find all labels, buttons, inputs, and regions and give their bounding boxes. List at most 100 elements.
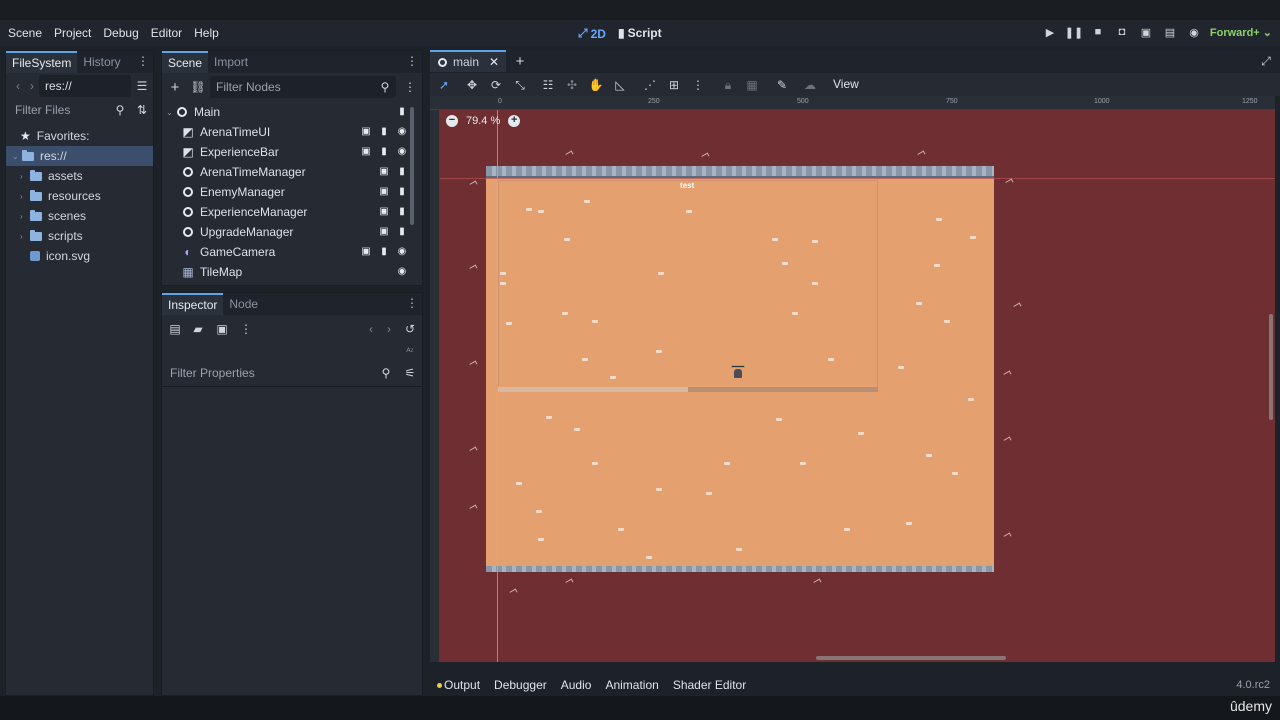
dock-menu-icon[interactable]: ⋮ (406, 297, 418, 309)
tab-shader-editor[interactable]: Shader Editor (673, 678, 746, 692)
history-back-icon[interactable]: ‹ (363, 321, 379, 337)
cloud-icon[interactable]: ☁ (802, 77, 818, 93)
vertical-scrollbar[interactable] (1269, 314, 1273, 420)
tab-animation[interactable]: Animation (605, 678, 658, 692)
zoom-in-icon[interactable]: + (508, 115, 521, 127)
filter-files-input[interactable]: Filter Files (9, 99, 117, 121)
expand-arrow-icon[interactable]: ⌄ (166, 108, 176, 117)
res-root-row[interactable]: ⌄ res:// (6, 146, 153, 166)
folder-row-assets[interactable]: › assets (6, 166, 153, 186)
menu-debug[interactable]: Debug (99, 26, 142, 40)
dock-menu-icon[interactable]: ⋮ (406, 55, 418, 67)
open-scene-icon[interactable]: ▣ (378, 165, 390, 177)
viewport-2d[interactable]: test (430, 96, 1275, 662)
mode-script-button[interactable]: ▮ Script (618, 26, 662, 40)
open-scene-icon[interactable]: ▣ (378, 185, 390, 197)
pivot-tool-icon[interactable]: ✣ (564, 77, 580, 93)
script-icon[interactable]: ▮ (396, 105, 408, 117)
tab-filesystem[interactable]: FileSystem (6, 51, 78, 73)
collapse-arrow-icon[interactable]: › (20, 192, 30, 201)
tree-scrollbar[interactable] (410, 107, 414, 225)
pan-tool-icon[interactable]: ✋ (588, 77, 604, 93)
save-icon[interactable]: ▣ (214, 321, 230, 337)
tab-audio[interactable]: Audio (561, 678, 592, 692)
history-icon[interactable]: ↺ (402, 321, 418, 337)
property-options-icon[interactable]: ⚟ (402, 365, 418, 381)
open-scene-icon[interactable]: ▣ (360, 145, 372, 157)
dock-menu-icon[interactable]: ⋮ (137, 55, 149, 67)
script-icon[interactable]: ▮ (378, 145, 390, 157)
tree-node-experiencemanager[interactable]: ExperienceManager ▣ ▮ (166, 202, 412, 222)
list-select-icon[interactable]: ☷ (540, 77, 556, 93)
script-icon[interactable]: ▮ (378, 245, 390, 257)
tree-node-enemymanager[interactable]: EnemyManager ▣ ▮ (166, 182, 412, 202)
zoom-level[interactable]: 79.4 % (466, 115, 500, 127)
tab-inspector[interactable]: Inspector (162, 293, 224, 315)
select-tool-icon[interactable]: ➚ (436, 77, 452, 93)
menu-editor[interactable]: Editor (147, 26, 186, 40)
collapse-arrow-icon[interactable]: › (20, 212, 30, 221)
path-field[interactable]: res:// (39, 75, 131, 97)
open-scene-icon[interactable]: ▣ (378, 205, 390, 217)
grid-snap-icon[interactable]: ⊞ (666, 77, 682, 93)
tree-node-arenatimeui[interactable]: ◩ ArenaTimeUI ▣ ▮ ◉ (166, 122, 412, 142)
file-row-icon-svg[interactable]: icon.svg (6, 246, 153, 266)
distraction-free-icon[interactable]: ⤢ (1258, 53, 1274, 69)
stop-icon[interactable]: ■ (1090, 24, 1106, 40)
play-scene-icon[interactable]: ▣ (1138, 24, 1154, 40)
tree-node-upgrademanager[interactable]: UpgradeManager ▣ ▮ (166, 222, 412, 242)
bone-icon[interactable]: ✎ (774, 77, 790, 93)
smart-snap-icon[interactable]: ⋰ (642, 77, 658, 93)
collapse-arrow-icon[interactable]: › (20, 172, 30, 181)
tree-node-main[interactable]: ⌄ Main ▮ (166, 102, 412, 122)
script-icon[interactable]: ▮ (378, 125, 390, 137)
favorites-row[interactable]: ★ Favorites: (6, 126, 153, 146)
sort-alpha-icon[interactable]: ᴬᶻ (402, 343, 418, 359)
rotate-tool-icon[interactable]: ⟳ (488, 77, 504, 93)
visibility-icon[interactable]: ◉ (396, 245, 408, 257)
tree-node-arenatimemanager[interactable]: ArenaTimeManager ▣ ▮ (166, 162, 412, 182)
mode-2d-button[interactable]: ⤢ 2D (578, 26, 606, 41)
tab-node[interactable]: Node (223, 293, 264, 315)
history-forward-icon[interactable]: › (381, 321, 397, 337)
link-icon[interactable]: ⛓ (190, 79, 206, 95)
script-icon[interactable]: ▮ (396, 205, 408, 217)
collapse-arrow-icon[interactable]: › (20, 232, 30, 241)
expand-arrow-icon[interactable]: ⌄ (12, 152, 22, 161)
view-menu[interactable]: View (833, 77, 859, 91)
visibility-icon[interactable]: ◉ (396, 265, 408, 277)
tab-output[interactable]: Output (444, 678, 480, 692)
tree-node-tilemap[interactable]: ▦ TileMap ◉ (166, 262, 412, 282)
tree-node-experiencebar[interactable]: ◩ ExperienceBar ▣ ▮ ◉ (166, 142, 412, 162)
player-sprite[interactable] (731, 365, 745, 379)
script-icon[interactable]: ▮ (396, 185, 408, 197)
tab-import[interactable]: Import (208, 51, 254, 73)
tab-scene[interactable]: Scene (162, 51, 209, 73)
visibility-icon[interactable]: ◉ (396, 125, 408, 137)
sort-icon[interactable]: ⇅ (134, 102, 150, 118)
zoom-out-icon[interactable]: − (446, 115, 458, 127)
open-scene-icon[interactable]: ▣ (378, 225, 390, 237)
more-options-icon[interactable]: ⋮ (238, 321, 254, 337)
remote-debug-icon[interactable]: ◘ (1114, 24, 1130, 40)
open-folder-icon[interactable]: ▰ (190, 321, 206, 337)
close-icon[interactable]: ✕ (489, 55, 499, 69)
movie-maker-icon[interactable]: ◉ (1186, 24, 1202, 40)
filter-nodes-input[interactable]: Filter Nodes (210, 76, 396, 98)
tab-history[interactable]: History (77, 51, 126, 73)
scale-tool-icon[interactable]: ⤡ (512, 77, 528, 93)
open-scene-icon[interactable]: ▣ (360, 245, 372, 257)
folder-row-scripts[interactable]: › scripts (6, 226, 153, 246)
add-tab-icon[interactable]: + (512, 53, 528, 70)
tab-debugger[interactable]: Debugger (494, 678, 547, 692)
filter-properties-input[interactable]: Filter Properties (164, 362, 394, 384)
open-scene-icon[interactable]: ▣ (360, 125, 372, 137)
menu-project[interactable]: Project (50, 26, 95, 40)
more-options-icon[interactable]: ⋮ (402, 79, 418, 95)
split-mode-icon[interactable]: ☰ (134, 78, 150, 94)
lock-icon[interactable]: 🔒︎ (720, 77, 736, 93)
pause-icon[interactable]: ❚❚ (1065, 24, 1083, 40)
script-icon[interactable]: ▮ (396, 225, 408, 237)
scene-tab-main[interactable]: main ✕ (430, 50, 506, 72)
visibility-icon[interactable]: ◉ (396, 145, 408, 157)
